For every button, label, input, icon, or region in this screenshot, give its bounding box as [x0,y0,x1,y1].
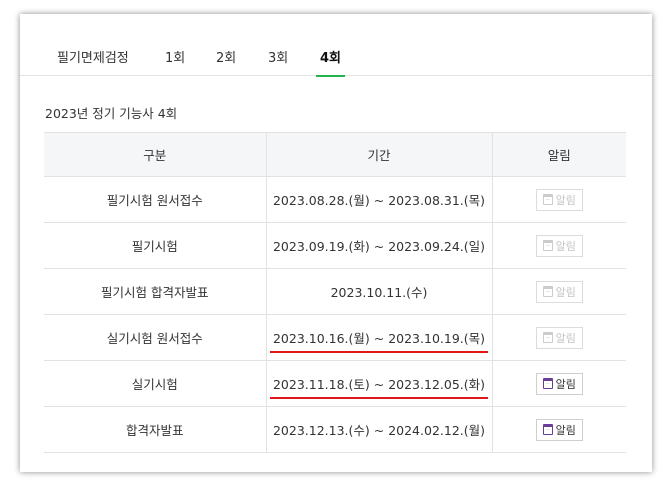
row-category: 실기시험 원서접수 [44,314,266,361]
alarm-label: 알림 [555,285,576,299]
alarm-button[interactable]: 알림 [535,188,583,211]
row-period-cell: 2023.08.28.(월) ~ 2023.08.31.(목) [265,176,492,223]
table-row: 합격자발표 2023.12.13.(수) ~ 2024.02.12.(월) 알림 [44,406,626,453]
row-period-cell: 2023.12.13.(수) ~ 2024.02.12.(월) [265,406,492,453]
alarm-button[interactable]: 알림 [535,326,583,349]
row-alarm-cell: 알림 [491,176,626,223]
calendar-icon [542,194,553,205]
row-category: 필기시험 [44,222,266,269]
row-period-cell: 2023.09.19.(화) ~ 2023.09.24.(일) [265,222,492,269]
row-period-cell: 2023.10.16.(월) ~ 2023.10.19.(목) [265,314,492,361]
row-alarm-cell: 알림 [491,222,626,269]
row-category: 실기시험 [44,360,266,407]
row-category: 필기시험 원서접수 [44,176,266,223]
schedule-table: 구분 기간 알림 필기시험 원서접수 2023.08.28.(월) ~ 2023.… [44,132,626,453]
alarm-button[interactable]: 알림 [535,234,583,257]
row-period-cell: 2023.10.11.(수) [265,268,492,315]
row-alarm-cell: 알림 [491,268,626,315]
alarm-button[interactable]: 알림 [535,418,583,441]
row-alarm-cell: 알림 [491,406,626,453]
calendar-icon [542,424,553,435]
row-period: 2023.10.11.(수) [330,285,428,300]
tab-round-4[interactable]: 4회 [315,47,346,77]
calendar-icon [542,286,553,297]
tab-round-3[interactable]: 3회 [268,47,288,71]
row-alarm-cell: 알림 [491,360,626,407]
tab-written-exempt[interactable]: 필기면제검정 [57,47,129,71]
row-period: 2023.09.19.(화) ~ 2023.09.24.(일) [272,239,485,254]
row-period-cell: 2023.11.18.(토) ~ 2023.12.05.(화) [265,360,492,407]
table-row: 필기시험 합격자발표 2023.10.11.(수) 알림 [44,268,626,315]
tab-round-2[interactable]: 2회 [216,47,236,71]
row-period: 2023.11.18.(토) ~ 2023.12.05.(화) [269,374,489,399]
calendar-icon [542,332,553,343]
row-alarm-cell: 알림 [491,314,626,361]
alarm-label: 알림 [555,331,576,345]
table-row: 실기시험 2023.11.18.(토) ~ 2023.12.05.(화) 알림 [44,360,626,407]
row-category: 합격자발표 [44,406,266,453]
row-period: 2023.08.28.(월) ~ 2023.08.31.(목) [272,193,485,208]
row-category: 필기시험 합격자발표 [44,268,266,315]
alarm-label: 알림 [555,377,576,391]
alarm-button[interactable]: 알림 [535,372,583,395]
round-tabs: 필기면제검정 1회 2회 3회 4회 [20,14,652,77]
row-period: 2023.10.16.(월) ~ 2023.10.19.(목) [269,328,489,353]
header-alarm: 알림 [491,132,626,177]
alarm-label: 알림 [555,239,576,253]
alarm-button[interactable]: 알림 [535,280,583,303]
table-header-row: 구분 기간 알림 [44,132,626,177]
alarm-label: 알림 [555,423,576,437]
calendar-icon [542,240,553,251]
calendar-icon [542,378,553,389]
tab-round-1[interactable]: 1회 [165,47,185,71]
header-category: 구분 [44,132,266,177]
header-period: 기간 [265,132,492,177]
alarm-label: 알림 [555,193,576,207]
schedule-panel: 필기면제검정 1회 2회 3회 4회 2023년 정기 기능사 4회 구분 기간… [20,14,652,472]
table-row: 필기시험 2023.09.19.(화) ~ 2023.09.24.(일) 알림 [44,222,626,269]
exam-title: 2023년 정기 기능사 4회 [45,106,178,121]
table-row: 실기시험 원서접수 2023.10.16.(월) ~ 2023.10.19.(목)… [44,314,626,361]
row-period: 2023.12.13.(수) ~ 2024.02.12.(월) [272,423,485,438]
table-row: 필기시험 원서접수 2023.08.28.(월) ~ 2023.08.31.(목)… [44,176,626,223]
